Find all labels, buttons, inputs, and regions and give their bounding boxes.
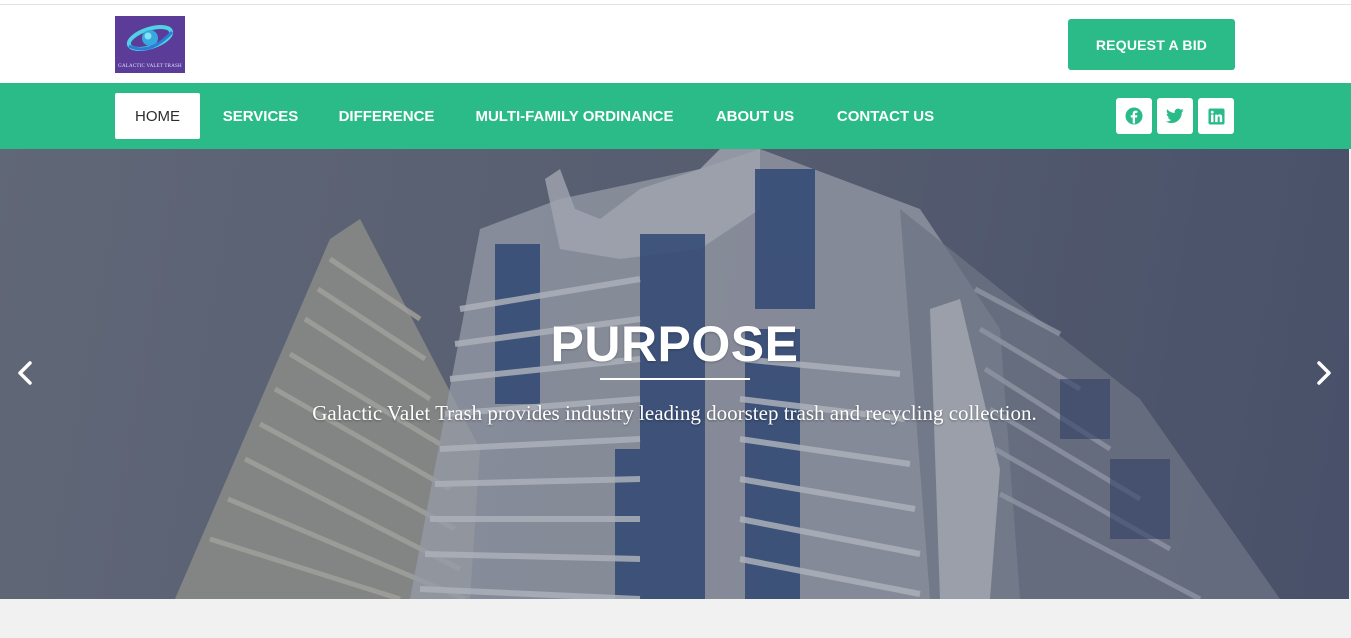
site-header: GALACTIC VALET TRASH REQUEST A BID [0, 5, 1351, 83]
nav-item-home[interactable]: HOME [115, 93, 200, 139]
slider-next-button[interactable] [1310, 357, 1338, 389]
chevron-left-icon [18, 361, 32, 385]
site-logo[interactable]: GALACTIC VALET TRASH [115, 16, 185, 73]
linkedin-icon [1207, 107, 1225, 125]
linkedin-button[interactable] [1198, 98, 1234, 134]
nav-item-contact-us[interactable]: CONTACT US [826, 93, 945, 139]
facebook-icon [1125, 107, 1143, 125]
slider-prev-button[interactable] [11, 357, 39, 389]
nav-item-multi-family-ordinance[interactable]: MULTI-FAMILY ORDINANCE [465, 93, 684, 139]
twitter-icon [1166, 108, 1184, 124]
nav-item-difference[interactable]: DIFFERENCE [328, 93, 445, 139]
building-background-image [0, 149, 1349, 599]
logo-text: GALACTIC VALET TRASH [118, 64, 182, 69]
request-a-bid-button[interactable]: REQUEST A BID [1068, 19, 1235, 70]
hero-slider: PURPOSE Galactic Valet Trash provides in… [0, 149, 1349, 599]
twitter-button[interactable] [1157, 98, 1193, 134]
chevron-right-icon [1317, 361, 1331, 385]
nav-item-about-us[interactable]: ABOUT US [704, 93, 806, 139]
content-area [0, 599, 1351, 638]
hero-divider [600, 378, 750, 380]
hero-subtitle: Galactic Valet Trash provides industry l… [312, 401, 1037, 425]
facebook-button[interactable] [1116, 98, 1152, 134]
hero-title: PURPOSE [550, 316, 799, 372]
main-nav: HOME SERVICES DIFFERENCE MULTI-FAMILY OR… [0, 83, 1351, 149]
nav-item-services[interactable]: SERVICES [212, 93, 309, 139]
